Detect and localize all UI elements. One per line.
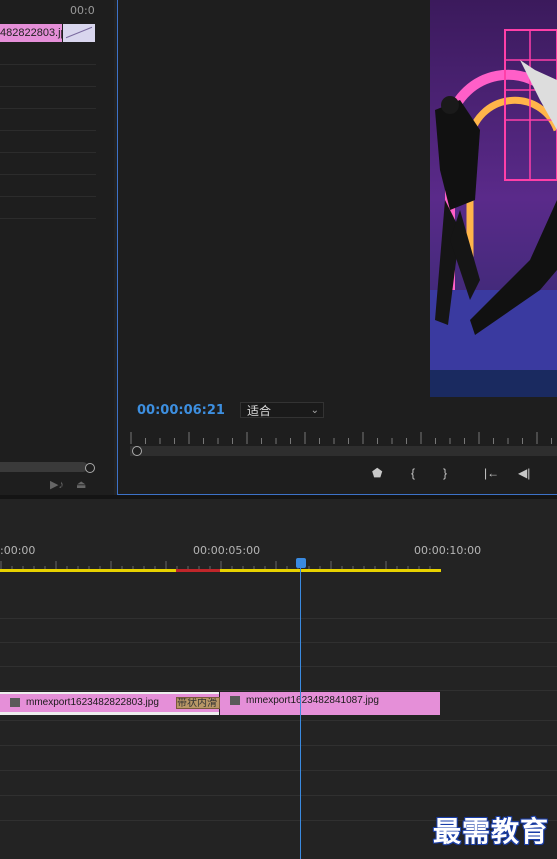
track-divider <box>0 745 557 746</box>
export-frame-icon[interactable]: ⏏ <box>76 478 86 491</box>
playhead-handle[interactable] <box>296 558 306 568</box>
mark-out-icon[interactable]: } <box>443 466 447 480</box>
program-timecode[interactable]: 00:00:06:21 <box>137 403 225 418</box>
track-divider <box>0 795 557 796</box>
step-back-icon[interactable]: ◀| <box>518 466 530 480</box>
video-frame <box>430 0 557 397</box>
source-clip[interactable]: 482822803.jp <box>0 24 62 42</box>
clip-name: mmexport1623482822803.jpg <box>26 697 159 708</box>
zoom-value: 适合 <box>247 404 272 418</box>
ruler-label: 00:00:05:00 <box>193 544 261 557</box>
track-line <box>0 196 96 197</box>
source-scrollbar[interactable] <box>0 462 88 472</box>
track-line <box>0 108 96 109</box>
fx-icon <box>230 696 240 705</box>
source-scroll-handle[interactable] <box>85 463 95 473</box>
clip-name: mmexport1623482841087.jpg <box>246 695 379 706</box>
mark-in-icon[interactable]: { <box>411 466 415 480</box>
program-scrub-handle[interactable] <box>132 446 142 456</box>
source-timecode: 00:0 <box>70 4 95 17</box>
track-divider <box>0 690 557 691</box>
source-clip-transition[interactable] <box>63 24 95 42</box>
track-divider <box>0 642 557 643</box>
render-bar <box>176 569 220 572</box>
track-divider <box>0 618 557 619</box>
playhead-line[interactable] <box>300 566 301 859</box>
ruler-label: 00:00:10:00 <box>414 544 482 557</box>
timeline-clip[interactable]: mmexport1623482841087.jpg <box>220 692 440 715</box>
source-panel <box>0 0 114 495</box>
track-divider <box>0 720 557 721</box>
transition[interactable]: 带状内滑 <box>176 697 220 709</box>
marker-icon[interactable]: ⬟ <box>372 466 382 480</box>
play-audio-icon[interactable]: ▶♪ <box>50 478 64 491</box>
track-line <box>0 152 96 153</box>
ruler-label: :00:00 <box>0 544 36 557</box>
fx-icon <box>10 698 20 707</box>
track-line <box>0 64 96 65</box>
track-divider <box>0 770 557 771</box>
track-line <box>0 174 96 175</box>
zoom-select[interactable]: 适合 ⌄ <box>240 402 324 418</box>
watermark-logo: 最需教育 <box>433 815 550 848</box>
program-scrubber[interactable] <box>130 446 557 456</box>
go-to-in-icon[interactable]: |← <box>484 466 499 480</box>
track-line <box>0 86 96 87</box>
track-divider <box>0 666 557 667</box>
work-area-bar[interactable] <box>0 569 441 572</box>
track-line <box>0 218 96 219</box>
program-ruler[interactable] <box>130 432 557 444</box>
track-line <box>0 130 96 131</box>
chevron-down-icon: ⌄ <box>310 405 319 416</box>
